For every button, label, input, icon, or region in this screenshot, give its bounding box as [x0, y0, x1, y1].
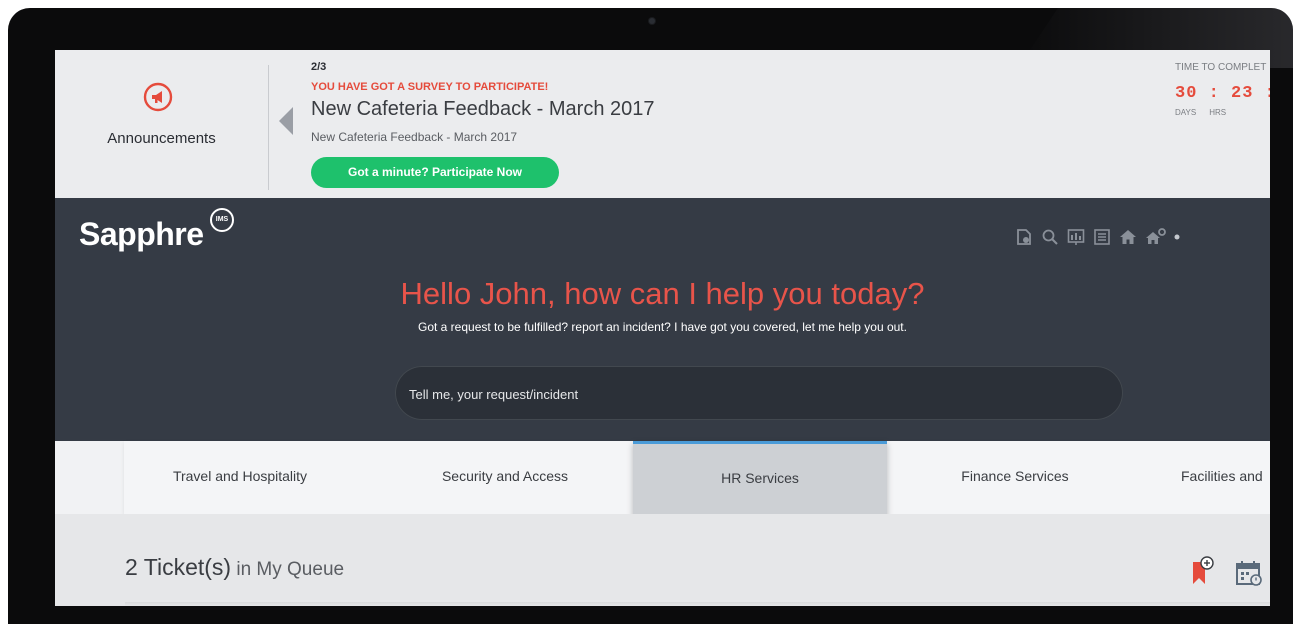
search-icon[interactable]	[1041, 228, 1059, 246]
request-search-box[interactable]	[395, 366, 1123, 420]
greeting-question: how can I help you today?	[555, 276, 925, 311]
device-bezel: Announcements 2/3 YOU HAVE GOT A SURVEY …	[8, 8, 1293, 624]
hero-section: Sapphre IMS Hello John, how can I help y…	[55, 198, 1270, 441]
participate-now-button[interactable]: Got a minute? Participate Now	[311, 157, 559, 188]
tab-hr-services[interactable]: HR Services	[633, 441, 887, 517]
camera-dot	[649, 18, 655, 24]
countdown-units: DAYS HRS	[1175, 108, 1226, 117]
announcement-bar: Announcements 2/3 YOU HAVE GOT A SURVEY …	[55, 50, 1270, 198]
add-bookmark-icon[interactable]	[1191, 556, 1215, 586]
countdown-values: 30 : 23 :	[1175, 84, 1270, 103]
app-screen: Announcements 2/3 YOU HAVE GOT A SURVEY …	[55, 50, 1270, 606]
announcement-headline: New Cafeteria Feedback - March 2017	[311, 98, 655, 120]
ims-badge: IMS	[210, 208, 234, 232]
list-icon[interactable]	[1093, 228, 1111, 246]
announcement-divider	[268, 65, 269, 190]
greeting-subtitle: Got a request to be fulfilled? report an…	[418, 320, 907, 334]
sapphire-logo[interactable]: Sapphre	[79, 216, 204, 253]
greeting-heading: Hello John, how can I help you today?	[55, 276, 1270, 312]
queue-heading: 2 Ticket(s) in My Queue	[125, 554, 344, 581]
queue-divider	[125, 602, 1270, 606]
survey-label: YOU HAVE GOT A SURVEY TO PARTICIPATE!	[311, 81, 549, 93]
service-tabs: Travel and Hospitality Security and Acce…	[55, 441, 1270, 517]
previous-announcement-arrow-icon[interactable]	[279, 107, 293, 135]
tab-security-and-access[interactable]: Security and Access	[385, 441, 625, 514]
announcement-subline: New Cafeteria Feedback - March 2017	[311, 130, 518, 144]
greeting-name: Hello John,	[400, 276, 556, 311]
announcements-title: Announcements	[107, 130, 216, 147]
tab-finance-services[interactable]: Finance Services	[915, 441, 1115, 514]
ticket-count: 2 Ticket(s)	[125, 554, 232, 580]
queue-location: in My Queue	[231, 559, 345, 580]
dashboard-icon[interactable]	[1067, 228, 1085, 246]
new-document-icon[interactable]	[1015, 228, 1033, 246]
countdown-unit-days: DAYS	[1175, 108, 1197, 117]
announcement-counter: 2/3	[311, 61, 327, 73]
calendar-icon[interactable]	[1235, 560, 1263, 586]
countdown-unit-hrs: HRS	[1209, 108, 1227, 117]
time-to-complete-label: TIME TO COMPLET	[1175, 62, 1267, 73]
announcements-panel[interactable]: Announcements	[55, 50, 268, 190]
tab-facilities[interactable]: Facilities and	[1165, 441, 1270, 514]
tab-travel-and-hospitality[interactable]: Travel and Hospitality	[130, 441, 350, 514]
home-settings-icon[interactable]	[1145, 228, 1167, 246]
ticket-queue-section: 2 Ticket(s) in My Queue	[55, 514, 1270, 606]
home-icon[interactable]	[1119, 228, 1137, 246]
more-dot-icon[interactable]	[1173, 228, 1181, 246]
request-search-input[interactable]	[407, 383, 1111, 405]
megaphone-icon	[143, 82, 173, 112]
